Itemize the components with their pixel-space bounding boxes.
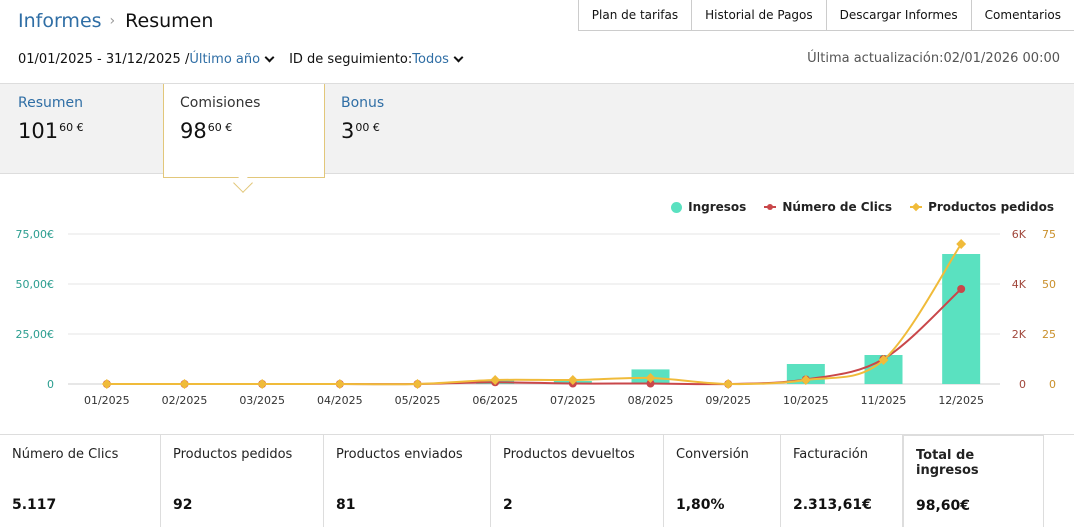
stat-clics: Número de Clics 5.117 <box>0 435 161 527</box>
tracking-id-label: ID de seguimiento: <box>289 52 413 67</box>
filters-bar: 01/01/2025 - 31/12/2025 / Último año ID … <box>18 52 468 67</box>
productos-point <box>101 379 112 389</box>
stat-value: 98,60€ <box>916 498 971 514</box>
breadcrumb: Informes › Resumen <box>18 10 213 32</box>
summary-tabs: Resumen 101 60 € Comisiones 98 60 € Bonu… <box>0 84 1074 178</box>
stat-facturacion: Facturación 2.313,61€ <box>781 435 903 527</box>
y-tick-label-left: 50,00€ <box>16 278 55 291</box>
stat-label: Conversión <box>676 447 749 462</box>
breadcrumb-separator-icon: › <box>109 13 116 29</box>
y-tick-label-right: 0 <box>1049 378 1056 391</box>
last-updated-text: Última actualización:02/01/2026 00:00 <box>807 51 1060 66</box>
summary-amount-integer: 3 <box>341 119 355 143</box>
productos-point <box>723 379 734 389</box>
summary-tab-resumen[interactable]: Resumen 101 60 € <box>2 84 162 174</box>
tab-descargar-informes[interactable]: Descargar Informes <box>827 0 972 30</box>
tracking-id-value[interactable]: Todos <box>412 52 449 67</box>
stat-value: 2 <box>503 497 513 513</box>
y-tick-label-right: 50 <box>1042 278 1056 291</box>
breadcrumb-informes-link[interactable]: Informes <box>18 10 102 32</box>
chevron-down-icon[interactable] <box>453 52 464 63</box>
earnings-chart: 0 0 0 25,00€ 2K 25 50,00€ 4K 50 75,00€ 6K 75 01/2025… <box>16 228 1057 407</box>
page-title: Resumen <box>125 10 214 32</box>
x-tick-label: 05/2025 <box>395 394 441 407</box>
y-tick-label-left: 0 <box>47 378 54 391</box>
tracking-id-dropdown[interactable]: ID de seguimiento: Todos <box>289 52 468 67</box>
stat-productos-enviados: Productos enviados 81 <box>324 435 491 527</box>
stat-value: 81 <box>336 497 356 513</box>
stat-value: 5.117 <box>12 497 57 513</box>
y-tick-label-middle: 0 <box>1019 378 1026 391</box>
x-tick-label: 07/2025 <box>550 394 596 407</box>
stats-row: Número de Clics 5.117 Productos pedidos … <box>0 434 1074 527</box>
stat-total-ingresos: Total de ingresos 98,60€ <box>903 435 1044 527</box>
x-tick-label: 12/2025 <box>938 394 984 407</box>
productos-point <box>257 379 268 389</box>
x-tick-label: 06/2025 <box>472 394 518 407</box>
summary-tab-label: Bonus <box>341 95 385 111</box>
stat-productos-devueltos: Productos devueltos 2 <box>491 435 664 527</box>
x-tick-label: 03/2025 <box>239 394 285 407</box>
x-tick-label: 08/2025 <box>628 394 674 407</box>
date-range-text: 01/01/2025 - 31/12/2025 / <box>18 52 190 67</box>
stat-label: Total de ingresos <box>916 448 979 478</box>
y-tick-label-middle: 2K <box>1012 328 1027 341</box>
stat-conversion: Conversión 1,80% <box>664 435 781 527</box>
period-dropdown[interactable]: Último año <box>189 52 279 67</box>
clics-series-line <box>106 288 962 386</box>
summary-amount-integer: 98 <box>180 119 207 143</box>
y-tick-label-middle: 4K <box>1012 278 1027 291</box>
tab-historial-de-pagos[interactable]: Historial de Pagos <box>692 0 827 30</box>
top-tabs: Plan de tarifas Historial de Pagos Desca… <box>577 0 1074 31</box>
x-tick-label: 09/2025 <box>705 394 751 407</box>
summary-tab-bonus[interactable]: Bonus 3 00 € <box>325 84 485 174</box>
tab-comentarios[interactable]: Comentarios <box>972 0 1074 30</box>
summary-amount-decimal: 60 € <box>59 121 84 134</box>
y-tick-label-left: 25,00€ <box>16 328 55 341</box>
clics-point <box>957 285 966 293</box>
stat-label: Productos pedidos <box>173 447 293 462</box>
chevron-down-icon[interactable] <box>264 52 275 63</box>
x-tick-label: 11/2025 <box>861 394 907 407</box>
x-tick-label: 10/2025 <box>783 394 829 407</box>
summary-amount-decimal: 00 € <box>355 121 380 134</box>
stat-value: 1,80% <box>676 497 725 513</box>
summary-amount: 101 60 € <box>18 119 146 143</box>
stat-productos-pedidos: Productos pedidos 92 <box>161 435 324 527</box>
summary-tab-comisiones[interactable]: Comisiones 98 60 € <box>163 84 325 178</box>
report-header: Informes › Resumen Plan de tarifas Histo… <box>0 0 1074 84</box>
stat-label: Número de Clics <box>12 447 119 462</box>
stat-value: 92 <box>173 497 193 513</box>
productos-point <box>334 379 345 389</box>
x-tick-label: 04/2025 <box>317 394 363 407</box>
stat-value: 2.313,61€ <box>793 497 872 513</box>
summary-tab-label: Resumen <box>18 95 84 111</box>
x-tick-label: 01/2025 <box>84 394 130 407</box>
y-tick-label-middle: 6K <box>1012 228 1027 241</box>
x-tick-label: 02/2025 <box>162 394 208 407</box>
summary-amount: 3 00 € <box>341 119 469 143</box>
stat-label: Facturación <box>793 447 868 462</box>
tab-plan-de-tarifas[interactable]: Plan de tarifas <box>579 0 693 30</box>
stat-label: Productos enviados <box>336 447 463 462</box>
period-dropdown-label[interactable]: Último año <box>189 52 260 67</box>
y-tick-label-right: 25 <box>1042 328 1056 341</box>
ingresos-bar <box>942 254 981 384</box>
summary-amount: 98 60 € <box>180 119 308 143</box>
y-tick-label-left: 75,00€ <box>16 228 55 241</box>
summary-amount-integer: 101 <box>18 119 59 143</box>
productos-series-line <box>106 243 962 386</box>
productos-point <box>956 239 967 249</box>
productos-point <box>179 379 190 389</box>
summary-tab-label: Comisiones <box>180 95 261 111</box>
summary-amount-decimal: 60 € <box>207 121 233 134</box>
productos-point <box>412 379 423 389</box>
stat-label: Productos devueltos <box>503 447 635 462</box>
y-tick-label-right: 75 <box>1042 228 1056 241</box>
